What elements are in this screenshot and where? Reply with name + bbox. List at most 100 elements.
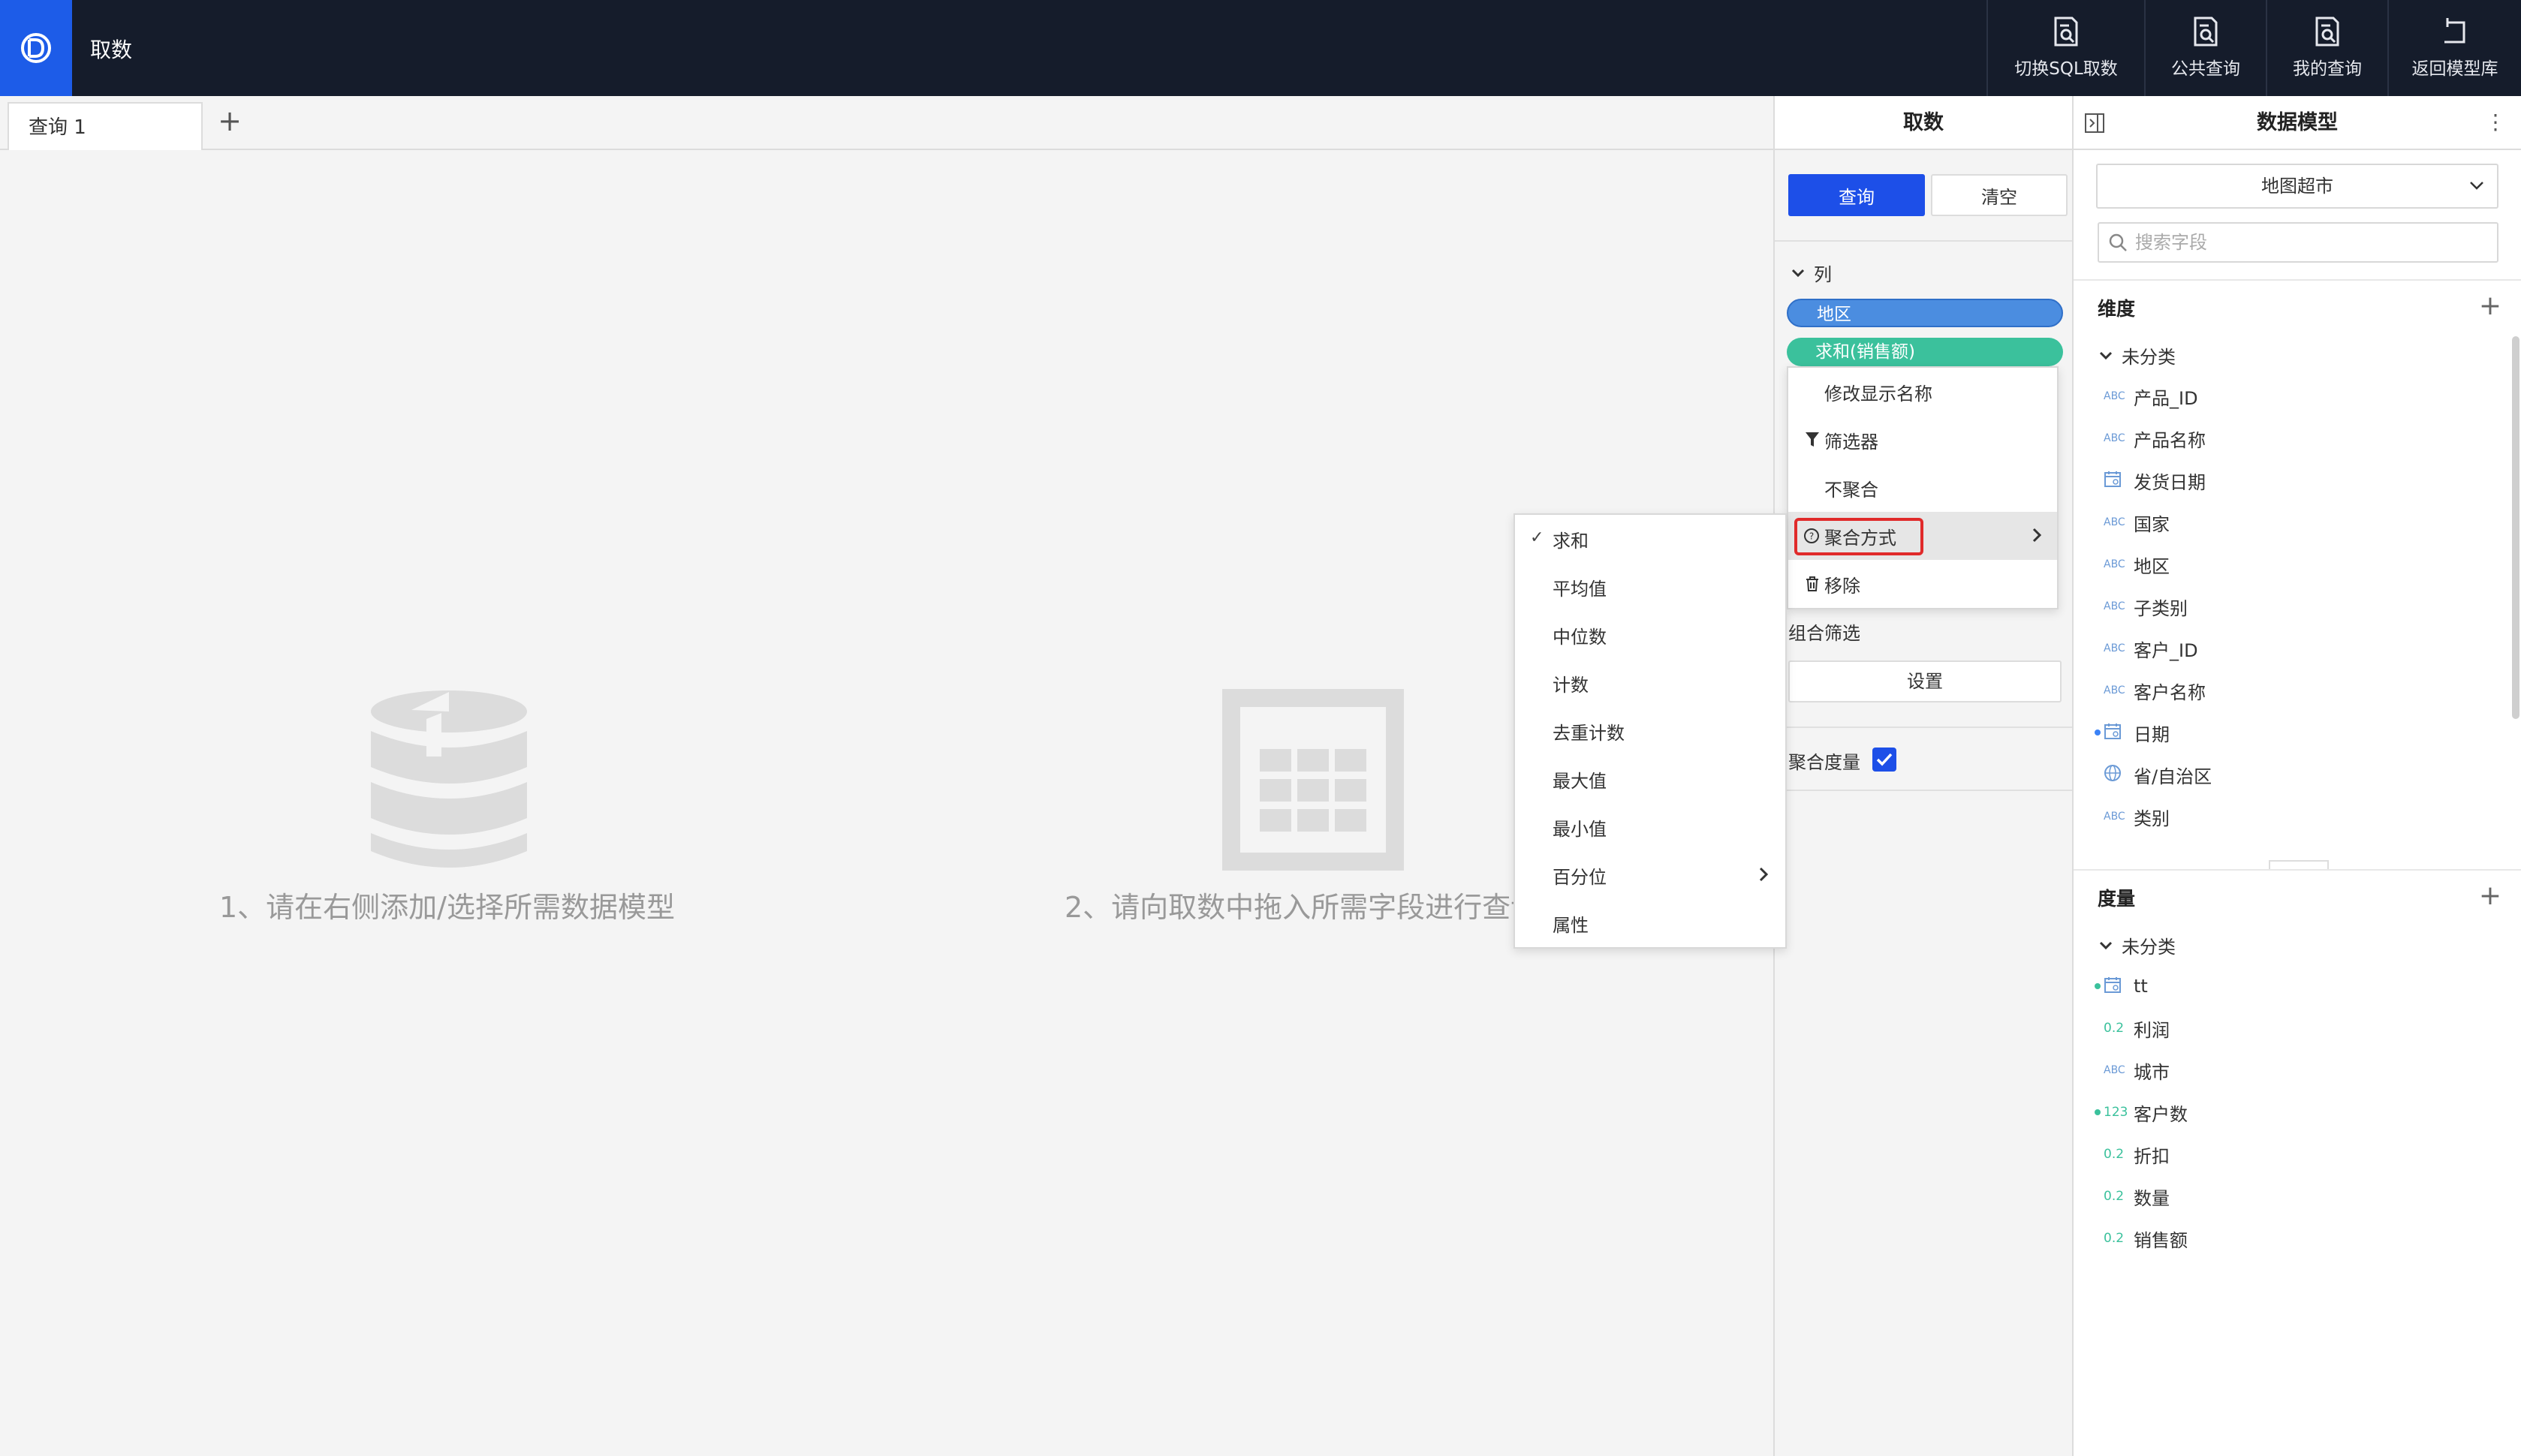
app-title: 取数 — [90, 38, 133, 62]
field-type-icon: 0.2 — [2104, 1231, 2125, 1246]
app-logo[interactable] — [0, 0, 72, 96]
panel-resize-handle[interactable] — [2269, 860, 2329, 869]
agg-attribute[interactable]: 属性 — [1515, 899, 1785, 947]
chevron-down-icon — [2099, 941, 2113, 949]
field-type-icon: ABC — [2104, 600, 2125, 612]
calendar-icon — [2104, 471, 2121, 487]
field-type-icon: ABC — [2104, 1064, 2125, 1076]
dimension-field-item[interactable]: ABC 产品名称 — [2104, 423, 2206, 453]
measure-field-item[interactable]: 0.2 销售额 — [2104, 1223, 2188, 1253]
dimension-field-item[interactable]: ABC 类别 — [2104, 802, 2170, 832]
dimension-field-item[interactable]: ABC 子类别 — [2104, 591, 2188, 621]
measure-field-item[interactable]: 0.2 折扣 — [2104, 1139, 2170, 1169]
combo-filter-label: 组合筛选 — [1788, 623, 1860, 644]
column-pill-sum-sales[interactable]: 求和(销售额) — [1787, 338, 2063, 366]
trash-icon — [1806, 576, 1818, 591]
measure-group-toggle[interactable]: 未分类 — [2099, 932, 2176, 958]
agg-max[interactable]: 最大值 — [1515, 755, 1785, 803]
dimension-field-item[interactable]: 日期 — [2095, 717, 2170, 748]
agg-median-label: 中位数 — [1553, 626, 1607, 648]
dimension-field-item[interactable]: 省/自治区 — [2104, 760, 2212, 790]
fetch-panel-title: 取数 — [1775, 96, 2072, 150]
field-search-input[interactable] — [2135, 232, 2480, 253]
aggregation-submenu: ✓ 求和 平均值 中位数 计数 去重计数 最大值 最小值 百分位 属性 — [1514, 513, 1787, 949]
field-type-icon: 123 — [2104, 1105, 2128, 1120]
query-canvas: 1、请在右侧添加/选择所需数据模型 2、请向取数中拖入所需字段进行查询 — [0, 150, 1773, 1456]
dimension-field-item[interactable]: ABC 客户_ID — [2104, 633, 2198, 663]
column-pill-region[interactable]: 地区 — [1787, 299, 2063, 327]
filter-icon — [1806, 432, 1819, 447]
add-dimension-button[interactable]: + — [2479, 293, 2501, 320]
menu-remove-label: 移除 — [1824, 575, 1860, 597]
field-name: 地区 — [2134, 555, 2170, 577]
aggregate-measure-label: 聚合度量 — [1788, 752, 1860, 773]
switch-sql-label: 切换SQL取数 — [2014, 59, 2118, 79]
search-icon — [2109, 233, 2127, 251]
my-query-label: 我的查询 — [2293, 59, 2362, 79]
field-name: 城市 — [2134, 1061, 2170, 1083]
menu-remove[interactable]: 移除 — [1788, 560, 2057, 608]
menu-filter[interactable]: 筛选器 — [1788, 416, 2057, 464]
agg-sum[interactable]: ✓ 求和 — [1515, 515, 1785, 563]
dimension-field-item[interactable]: ABC 国家 — [2104, 507, 2170, 537]
field-type-icon: ABC — [2104, 642, 2125, 654]
menu-rename[interactable]: 修改显示名称 — [1788, 368, 2057, 416]
columns-label: 列 — [1814, 264, 1832, 285]
more-vertical-icon[interactable]: ⋮ — [2485, 110, 2506, 134]
agg-percentile[interactable]: 百分位 — [1515, 851, 1785, 899]
agg-count[interactable]: 计数 — [1515, 659, 1785, 707]
return-icon — [2444, 18, 2465, 44]
field-type-icon: ABC — [2104, 390, 2125, 402]
dimension-field-item[interactable]: ABC 产品_ID — [2104, 381, 2198, 411]
menu-aggregation-method[interactable]: ? 聚合方式 — [1788, 512, 2057, 560]
add-tab-button[interactable]: + — [215, 107, 245, 137]
dimensions-title: 维度 — [2098, 298, 2136, 320]
measure-field-item[interactable]: 0.2 数量 — [2104, 1181, 2170, 1211]
divider — [1775, 240, 2072, 242]
measure-field-item[interactable]: tt — [2095, 971, 2148, 1001]
field-type-icon: 0.2 — [2104, 1147, 2125, 1162]
combo-filter-setting-button[interactable]: 设置 — [1788, 660, 2062, 702]
field-type-icon: 0.2 — [2104, 1021, 2125, 1036]
measure-group-label: 未分类 — [2122, 937, 2176, 958]
calendar-icon — [2104, 723, 2121, 739]
agg-median[interactable]: 中位数 — [1515, 611, 1785, 659]
aggregate-measure-checkbox[interactable] — [1872, 748, 1896, 772]
dimension-field-item[interactable]: 发货日期 — [2104, 465, 2206, 495]
public-query-label: 公共查询 — [2171, 59, 2240, 79]
document-search-icon — [2315, 17, 2339, 47]
dimension-field-item[interactable]: ABC 地区 — [2104, 549, 2170, 579]
back-to-model-library-button[interactable]: 返回模型库 — [2387, 0, 2521, 96]
chevron-right-icon — [2032, 528, 2042, 543]
model-select-value: 地图超市 — [2261, 176, 2333, 197]
chevron-down-icon — [1791, 269, 1805, 277]
data-model-panel: 数据模型 ⋮ 地图超市 维度 + 未分类 ABC 产品_ID ABC 产品名称发货日期… — [2074, 96, 2521, 1456]
agg-min[interactable]: 最小值 — [1515, 803, 1785, 851]
agg-distinct-count[interactable]: 去重计数 — [1515, 707, 1785, 755]
field-name: 子类别 — [2134, 597, 2188, 619]
columns-section-toggle[interactable]: 列 — [1791, 260, 1832, 286]
field-name: 发货日期 — [2134, 471, 2206, 493]
measure-field-item[interactable]: ABC 城市 — [2104, 1055, 2170, 1085]
public-query-button[interactable]: 公共查询 — [2144, 0, 2266, 96]
clear-button[interactable]: 清空 — [1931, 174, 2068, 216]
dimension-field-item[interactable]: ABC 客户名称 — [2104, 675, 2206, 705]
field-type-icon: ABC — [2104, 558, 2125, 570]
dimension-scrollbar[interactable] — [2512, 336, 2519, 719]
tab-query-1[interactable]: 查询 1 — [8, 102, 203, 152]
agg-average[interactable]: 平均值 — [1515, 563, 1785, 611]
dimension-group-toggle[interactable]: 未分类 — [2099, 342, 2176, 369]
menu-no-aggregate[interactable]: 不聚合 — [1788, 464, 2057, 512]
measure-field-item[interactable]: 123 客户数 — [2095, 1097, 2188, 1127]
my-query-button[interactable]: 我的查询 — [2266, 0, 2387, 96]
add-measure-button[interactable]: + — [2479, 883, 2501, 910]
query-button[interactable]: 查询 — [1788, 174, 1925, 216]
document-search-icon — [2054, 17, 2078, 47]
hint-drag-fields: 2、请向取数中拖入所需字段进行查询 — [1065, 891, 1515, 924]
switch-sql-button[interactable]: 切换SQL取数 — [1986, 0, 2144, 96]
model-select[interactable]: 地图超市 — [2096, 164, 2498, 209]
agg-max-label: 最大值 — [1553, 770, 1607, 792]
measure-field-item[interactable]: 0.2 利润 — [2104, 1013, 2170, 1043]
field-search-box[interactable] — [2098, 222, 2498, 263]
hint-add-model: 1、请在右侧添加/选择所需数据模型 — [219, 891, 675, 924]
